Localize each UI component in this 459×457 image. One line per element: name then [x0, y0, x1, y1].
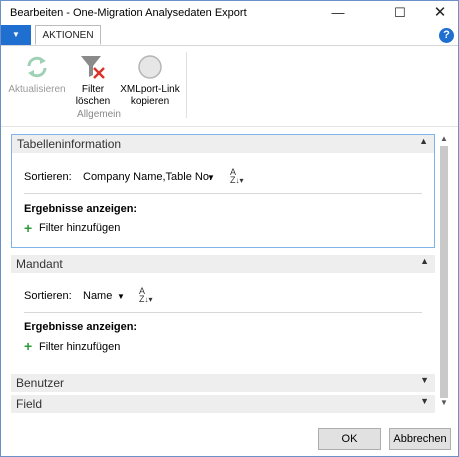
divider [24, 312, 422, 313]
sort-order-icon[interactable]: A Z↓▾ [139, 287, 153, 304]
results-label: Ergebnisse anzeigen: [24, 203, 138, 215]
scrollbar-thumb[interactable] [440, 146, 448, 398]
user-title: Benutzer [16, 376, 65, 390]
app-menu-button[interactable]: ▼ [1, 25, 31, 45]
ribbon: Aktualisieren Filter löschen XMLport-Lin… [1, 46, 458, 127]
company-header[interactable]: Mandant ▲ [11, 255, 435, 273]
xmlport-label-1: XMLport-Link [120, 84, 180, 95]
table-info-panel: Tabelleninformation ▲ Sortieren: Company… [11, 134, 435, 248]
scroll-down-icon[interactable]: ▼ [440, 398, 448, 407]
help-icon[interactable]: ? [439, 28, 454, 43]
dialog-window: Bearbeiten - One-Migration Analysedaten … [0, 0, 459, 457]
chevron-down-icon[interactable]: ▼ [420, 375, 429, 385]
sort-label: Sortieren: [24, 290, 72, 302]
vertical-scrollbar[interactable]: ▲ ▼ [438, 134, 450, 410]
plus-icon: + [24, 338, 33, 354]
ribbon-group-label: Allgemein [77, 109, 121, 120]
maximize-button[interactable]: ☐ [384, 1, 416, 25]
chevron-down-icon[interactable]: ▼ [117, 292, 125, 301]
clear-filter-label-1: Filter [81, 84, 105, 95]
close-button[interactable]: ✕ [424, 1, 456, 25]
sort-order-icon[interactable]: A Z↓▾ [230, 168, 244, 185]
sort-field-dropdown[interactable]: Name [83, 290, 112, 302]
add-filter-link[interactable]: Filter hinzufügen [39, 222, 120, 234]
refresh-button[interactable]: Aktualisieren [7, 50, 67, 96]
add-filter-link[interactable]: Filter hinzufügen [39, 341, 120, 353]
plus-icon: + [24, 220, 33, 236]
tab-aktionen[interactable]: AKTIONEN [35, 25, 101, 45]
title-bar: Bearbeiten - One-Migration Analysedaten … [1, 1, 458, 25]
window-title: Bearbeiten - One-Migration Analysedaten … [10, 7, 247, 19]
field-title: Field [16, 397, 43, 411]
refresh-label: Aktualisieren [8, 84, 66, 95]
cancel-button[interactable]: Abbrechen [389, 428, 451, 450]
field-header[interactable]: Field ▼ [11, 395, 435, 413]
chevron-up-icon[interactable]: ▲ [419, 136, 428, 146]
refresh-icon [7, 50, 67, 84]
clear-filter-button[interactable]: Filter löschen [69, 50, 117, 108]
ribbon-separator [186, 52, 187, 118]
company-title: Mandant [16, 257, 63, 271]
chevron-down-icon[interactable]: ▼ [207, 173, 215, 182]
copy-xmlport-link-button[interactable]: XMLport-Link kopieren [117, 50, 183, 108]
chevron-down-icon[interactable]: ▼ [420, 396, 429, 406]
chevron-up-icon[interactable]: ▲ [420, 256, 429, 266]
table-info-header[interactable]: Tabelleninformation ▲ [12, 135, 434, 153]
table-info-title: Tabelleninformation [17, 137, 122, 151]
scroll-up-icon[interactable]: ▲ [440, 134, 448, 143]
ok-button[interactable]: OK [318, 428, 381, 450]
divider [24, 193, 422, 194]
clear-filter-icon [69, 50, 117, 84]
circle-icon [117, 50, 183, 84]
xmlport-label-2: kopieren [130, 96, 170, 107]
clear-filter-label-2: löschen [75, 96, 111, 107]
ribbon-tab-bar: ▼ AKTIONEN ? [1, 25, 458, 46]
results-label: Ergebnisse anzeigen: [24, 321, 138, 333]
user-header[interactable]: Benutzer ▼ [11, 374, 435, 392]
minimize-button[interactable]: — [322, 1, 354, 25]
sort-field-dropdown[interactable]: Company Name,Table No. [83, 171, 212, 183]
sort-label: Sortieren: [24, 171, 72, 183]
